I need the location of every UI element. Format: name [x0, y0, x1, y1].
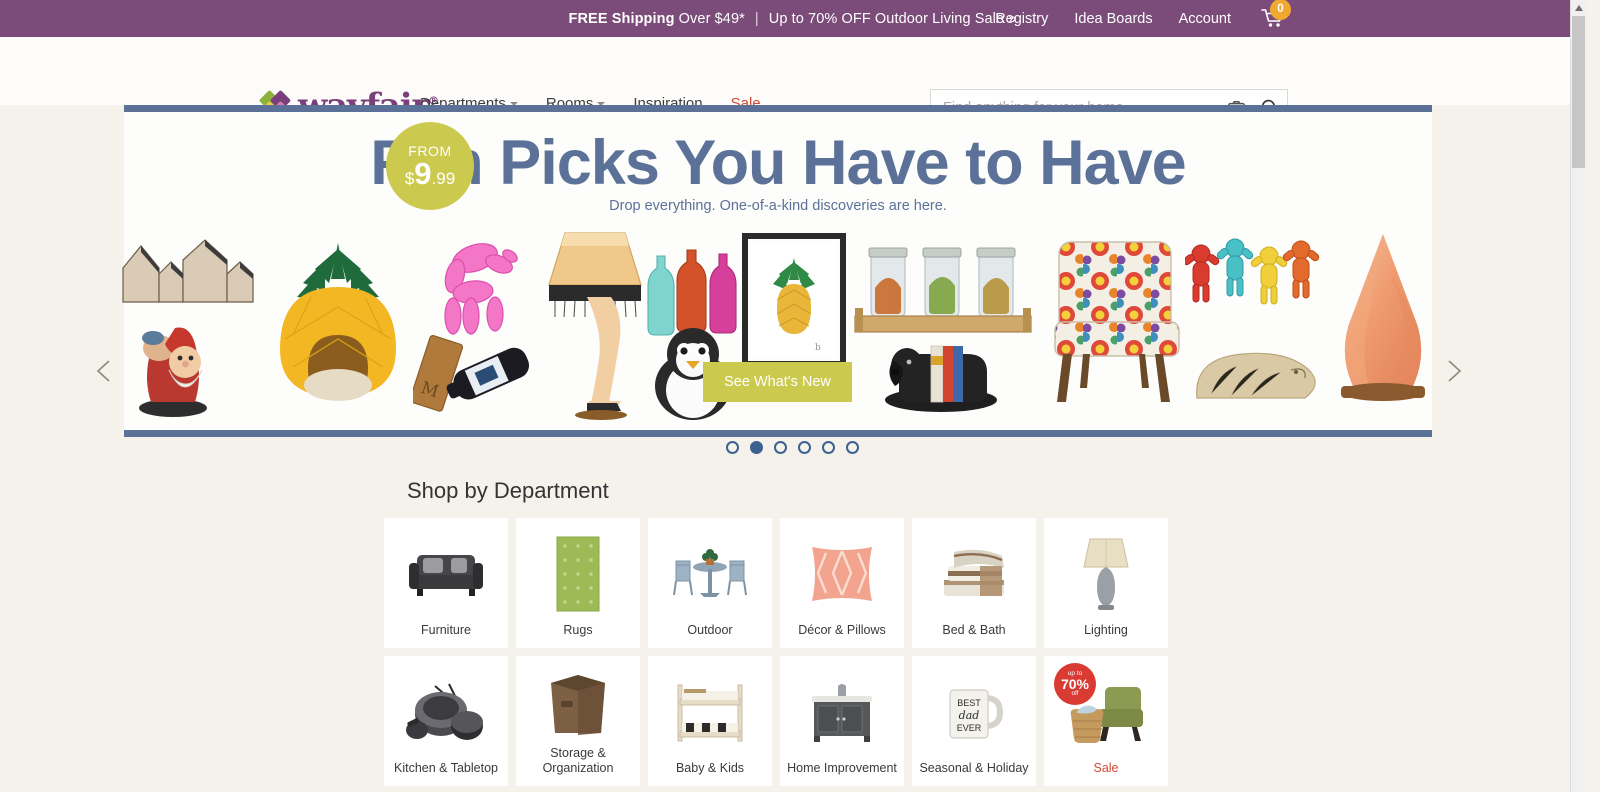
department-card-label: Décor & Pillows [798, 623, 886, 638]
promo-free-shipping-rest: Over $49* [674, 10, 745, 27]
promo-free-shipping-bold: FREE Shipping [568, 10, 675, 27]
hero-slide[interactable]: FROM $9.99 Fun Picks You Have to Have Dr… [122, 105, 1432, 437]
hero-product-mason-jar-tray-and-dachshund [849, 230, 1049, 420]
hero-badge-cents: .99 [431, 169, 456, 189]
table-lamp-thumb [1044, 518, 1168, 623]
hero-carousel: FROM $9.99 Fun Picks You Have to Have Dr… [0, 105, 1585, 465]
hero-price-badge: FROM $9.99 [386, 122, 474, 210]
chevron-left-icon [96, 360, 110, 382]
department-card-label: Seasonal & Holiday [919, 761, 1029, 776]
department-card[interactable]: Rugs [516, 518, 640, 648]
carousel-prev-button[interactable] [90, 357, 118, 385]
carousel-next-button[interactable] [1440, 357, 1468, 385]
carousel-dot-6[interactable] [846, 441, 859, 454]
department-card-label: Lighting [1084, 623, 1128, 638]
scroll-up-button[interactable] [1571, 0, 1586, 15]
carousel-dot-2[interactable] [750, 441, 763, 454]
department-card[interactable]: up to 70% off Sale [1044, 656, 1168, 786]
page-scrollbar[interactable] [1570, 0, 1586, 792]
mug-thumb: BEST dad EVER [912, 656, 1036, 761]
promo-separator: | [754, 10, 759, 27]
carousel-dot-3[interactable] [774, 441, 787, 454]
department-card[interactable]: Home Improvement [780, 656, 904, 786]
patio-set-thumb [648, 518, 772, 623]
department-card-label: Furniture [420, 623, 472, 638]
page-root: FREE Shipping Over $49* | Up to 70% OFF Ou… [0, 0, 1586, 792]
scrollbar-thumb[interactable] [1572, 16, 1585, 168]
department-card-label: Rugs [563, 623, 593, 638]
cart-count-badge: 0 [1270, 0, 1291, 20]
department-card[interactable]: Furniture [384, 518, 508, 648]
hero-product-himalayan-salt-lamp [1327, 230, 1439, 420]
hero-product-pineapple-pet-bed [263, 235, 413, 420]
department-card-label: Bed & Bath [942, 623, 1006, 638]
svg-text:EVER: EVER [957, 723, 982, 733]
vanity-thumb [780, 656, 904, 761]
hero-badge-dollar: $ [404, 169, 415, 189]
hero-product-gummy-figures-and-hedgehog-doormat [1182, 230, 1327, 420]
department-card[interactable]: Baby & Kids [648, 656, 772, 786]
promo-utility-nav: Registry Idea Boards Account 0 [995, 0, 1291, 37]
department-card-label: Kitchen & Tabletop [393, 761, 498, 776]
department-grid: Furniture Rugs Outdoor Décor & Pillows Bed &… [384, 518, 1176, 792]
storage-bin-thumb [516, 656, 640, 746]
rug-thumb [516, 518, 640, 623]
promo-bar: FREE Shipping Over $49* | Up to 70% OFF Ou… [0, 0, 1585, 37]
department-card[interactable]: Kitchen & Tabletop [384, 656, 508, 786]
sofa-thumb [384, 518, 508, 623]
promo-sale-link[interactable]: Up to 70% OFF Outdoor Living Sale » [769, 11, 1017, 27]
cart-button[interactable]: 0 [1261, 0, 1291, 31]
site-header: wayfair® Departments Rooms Inspiration S… [0, 37, 1585, 127]
hero-title: Fun Picks You Have to Have [370, 128, 1186, 198]
svg-text:BEST: BEST [957, 698, 981, 708]
hero-product-floral-accent-chair [1049, 230, 1185, 420]
hero-product-wall-shelf-houses [117, 230, 263, 420]
hero-subtitle: Drop everything. One-of-a-kind discoveri… [609, 198, 947, 214]
towels-thumb [912, 518, 1036, 623]
caret-up-icon [1574, 4, 1583, 11]
department-card[interactable]: Storage & Organization [516, 656, 640, 786]
hero-cta-button[interactable]: See What's New [703, 362, 852, 402]
department-card[interactable]: Outdoor [648, 518, 772, 648]
registry-link[interactable]: Registry [995, 11, 1048, 27]
chevron-right-icon [1448, 360, 1462, 382]
department-card[interactable]: BEST dad EVER Seasonal & Holiday [912, 656, 1036, 786]
shop-by-department-section: Shop by Department Furniture Rugs Outdoor D… [0, 478, 1585, 792]
department-card-label: Sale [1093, 761, 1119, 776]
pillow-thumb [780, 518, 904, 623]
hero-badge-amount: 9 [414, 156, 432, 192]
account-link[interactable]: Account [1179, 11, 1231, 27]
svg-text:b: b [815, 343, 821, 353]
hero-product-balloon-dog-and-wine-board: M [409, 230, 543, 420]
browser-viewport: FREE Shipping Over $49* | Up to 70% OFF Ou… [0, 0, 1600, 792]
bunk-bed-thumb [648, 656, 772, 761]
section-title: Shop by Department [407, 478, 609, 503]
idea-boards-link[interactable]: Idea Boards [1074, 11, 1152, 27]
hero-product-leg-lamp [543, 225, 647, 420]
department-card[interactable]: Décor & Pillows [780, 518, 904, 648]
carousel-dot-4[interactable] [798, 441, 811, 454]
department-card-label: Storage & Organization [542, 745, 614, 776]
department-card[interactable]: Lighting [1044, 518, 1168, 648]
cookware-thumb [384, 656, 508, 761]
carousel-dot-5[interactable] [822, 441, 835, 454]
sale-discount-badge: up to 70% off [1054, 663, 1096, 705]
department-card-label: Baby & Kids [675, 761, 745, 776]
svg-text:dad: dad [959, 709, 980, 722]
carousel-dot-1[interactable] [726, 441, 739, 454]
carousel-pagination [0, 441, 1585, 454]
department-card[interactable]: Bed & Bath [912, 518, 1036, 648]
promo-message: FREE Shipping Over $49* | Up to 70% OFF Ou… [0, 11, 1585, 27]
department-card-label: Home Improvement [787, 761, 897, 776]
department-card-label: Outdoor [687, 623, 733, 638]
